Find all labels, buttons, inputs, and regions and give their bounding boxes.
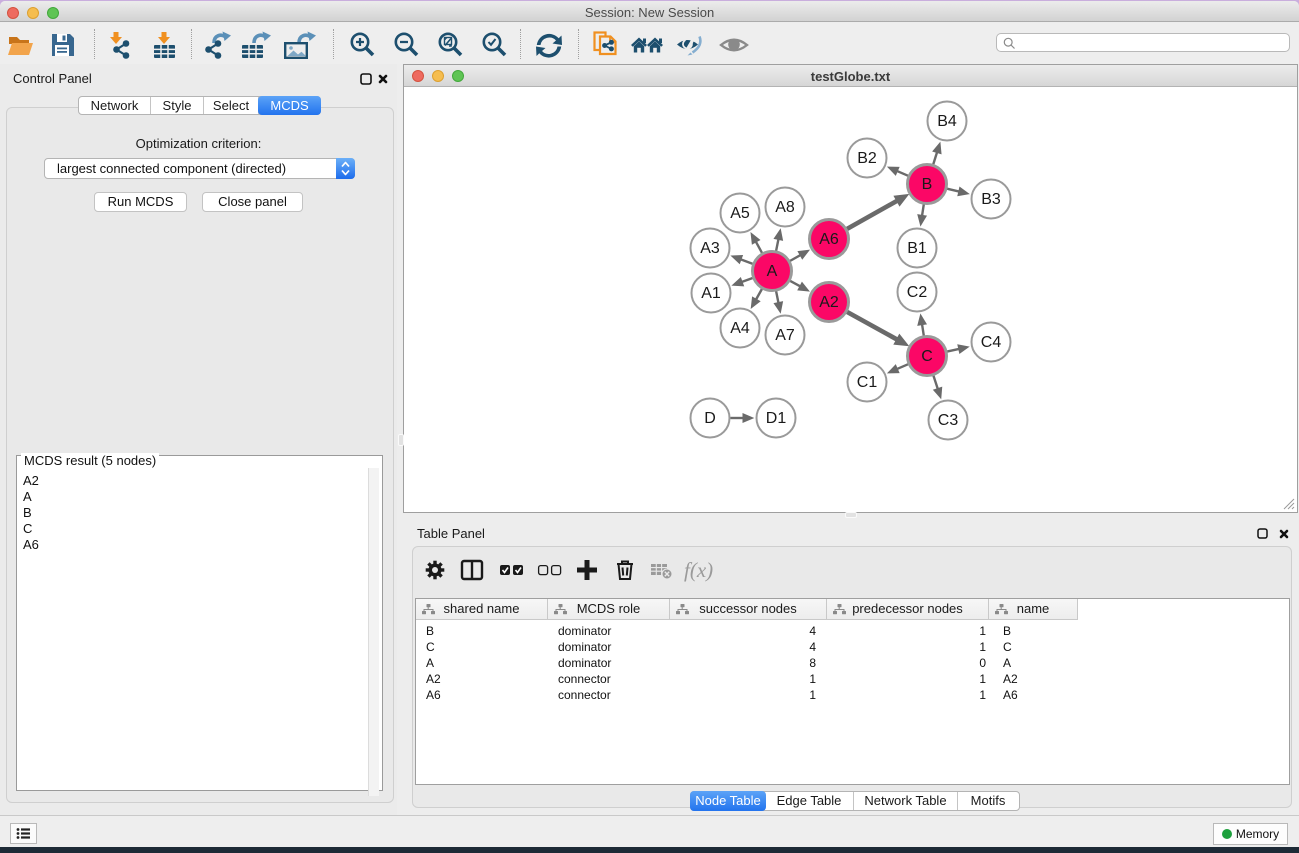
svg-text:B3: B3 — [981, 191, 1001, 208]
svg-text:C3: C3 — [938, 412, 959, 429]
svg-text:A8: A8 — [775, 199, 795, 216]
svg-text:D1: D1 — [766, 410, 787, 427]
svg-text:D: D — [704, 410, 716, 427]
svg-text:A7: A7 — [775, 327, 795, 344]
svg-text:B: B — [922, 176, 933, 193]
svg-text:A4: A4 — [730, 320, 750, 337]
svg-text:C1: C1 — [857, 374, 878, 391]
svg-text:A6: A6 — [819, 231, 839, 248]
svg-text:C4: C4 — [981, 334, 1002, 351]
svg-text:A5: A5 — [730, 205, 750, 222]
svg-text:A1: A1 — [701, 285, 721, 302]
svg-text:B1: B1 — [907, 240, 927, 257]
svg-text:B4: B4 — [937, 113, 957, 130]
svg-text:A2: A2 — [819, 294, 839, 311]
svg-text:C2: C2 — [907, 284, 928, 301]
svg-text:A: A — [767, 263, 778, 280]
svg-text:C: C — [921, 348, 933, 365]
svg-text:B2: B2 — [857, 150, 877, 167]
svg-text:A3: A3 — [700, 240, 720, 257]
